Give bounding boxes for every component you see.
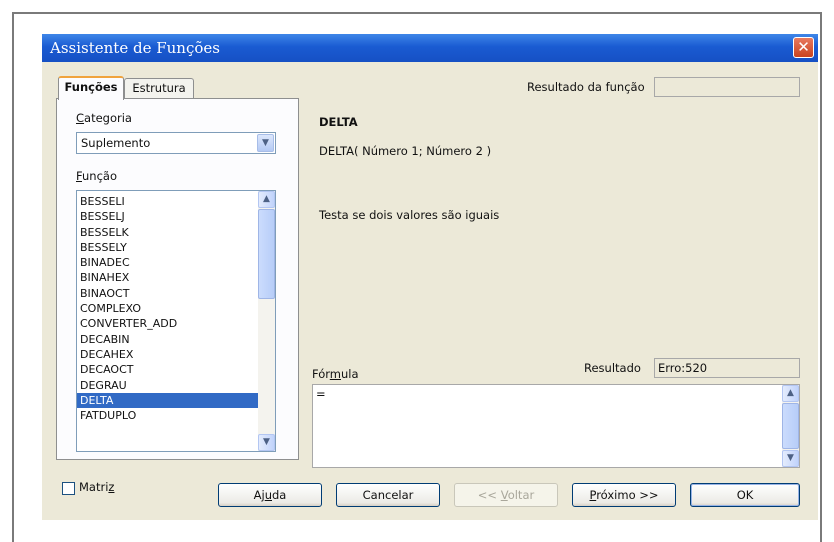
formula-label: Fórmula [312,367,359,381]
result-field: Erro:520 [654,358,800,378]
close-icon[interactable]: ✕ [793,37,814,58]
ok-button[interactable]: OK [690,483,800,507]
function-description: Testa se dois valores são iguais [319,208,500,222]
chevron-down-icon[interactable]: ▼ [782,450,799,467]
cancel-button[interactable]: Cancelar [336,483,440,507]
list-item[interactable]: BESSELK [77,225,258,240]
scroll-thumb[interactable] [782,403,799,449]
next-button[interactable]: Próximo >> [572,483,676,507]
list-item[interactable]: FATDUPLO [77,408,258,423]
list-item[interactable]: BINAHEX [77,270,258,285]
function-syntax: DELTA( Número 1; Número 2 ) [319,144,492,158]
window-title: Assistente de Funções [50,39,220,57]
category-select[interactable]: Suplemento ▼ [76,132,276,154]
list-item[interactable]: CONVERTER_ADD [77,316,258,331]
list-item[interactable]: DEGRAU [77,378,258,393]
scroll-thumb[interactable] [258,209,275,299]
matrix-label: Matriz [79,480,115,494]
list-item[interactable]: BINADEC [77,255,258,270]
function-wizard-dialog: Assistente de Funções ✕ Funções Estrutur… [42,34,818,520]
category-label: Categoria [76,111,132,125]
function-label: Função [76,169,117,183]
chevron-down-icon[interactable]: ▼ [258,434,275,451]
title-bar[interactable]: Assistente de Funções ✕ [42,34,818,62]
list-item[interactable]: BINAOCT [77,286,258,301]
list-item[interactable]: DECABIN [77,332,258,347]
function-result-label: Resultado da função [527,80,645,94]
chevron-up-icon[interactable]: ▲ [258,191,275,208]
formula-text: = [316,387,326,401]
function-listbox[interactable]: BESSELI BESSELJ BESSELK BESSELY BINADEC … [76,190,276,452]
formula-scrollbar[interactable]: ▲ ▼ [782,385,799,467]
list-item[interactable]: BESSELI [77,194,258,209]
function-result-field [654,77,800,97]
function-list-scrollbar[interactable]: ▲ ▼ [258,191,275,451]
list-item[interactable]: COMPLEXO [77,301,258,316]
formula-textarea[interactable]: = ▲ ▼ [312,384,800,468]
list-item-selected[interactable]: DELTA [77,392,258,409]
category-selected-value: Suplemento [81,136,151,150]
list-item[interactable]: DECAHEX [77,347,258,362]
list-item[interactable]: DECAOCT [77,362,258,377]
tab-structure[interactable]: Estrutura [124,78,194,99]
list-item[interactable]: BESSELJ [77,209,258,224]
result-label: Resultado [584,361,641,375]
tab-functions[interactable]: Funções [58,76,124,100]
back-button[interactable]: << Voltar [454,483,558,507]
chevron-down-icon[interactable]: ▼ [257,134,274,152]
matrix-checkbox[interactable] [62,482,75,495]
function-name: DELTA [319,115,358,129]
help-button[interactable]: Ajuda [218,483,322,507]
chevron-up-icon[interactable]: ▲ [782,385,799,402]
list-item[interactable]: BESSELY [77,240,258,255]
